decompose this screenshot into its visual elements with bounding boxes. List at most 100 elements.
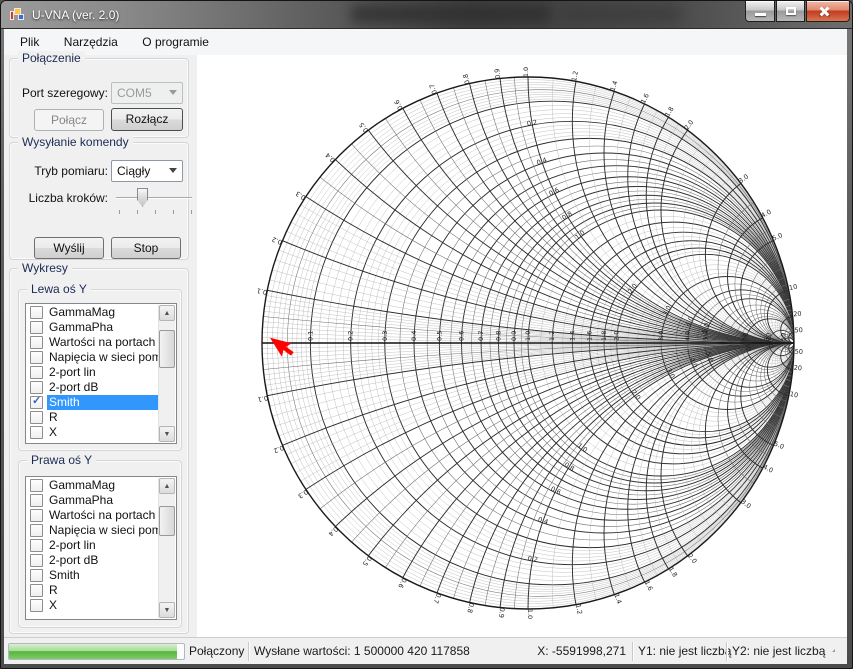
- checkbox-icon[interactable]: [30, 554, 43, 567]
- left-axis-listbox[interactable]: GammaMagGammaPhaWartości na portach ADCN…: [25, 303, 177, 444]
- left-axis-group: Lewa oś Y GammaMag GammaPha Wartości na po…: [18, 282, 182, 451]
- minimize-button[interactable]: [745, 1, 775, 22]
- scrollbar-thumb[interactable]: [159, 506, 175, 536]
- svg-text:0.7: 0.7: [428, 83, 439, 95]
- checkbox-icon[interactable]: [30, 479, 43, 492]
- list-item[interactable]: GammaPha: [27, 493, 158, 508]
- scrollbar-thumb[interactable]: [159, 330, 175, 368]
- x-readout: X: -5591998,271: [537, 644, 626, 658]
- svg-text:0.5: 0.5: [435, 331, 443, 341]
- checkbox-icon[interactable]: [30, 411, 43, 424]
- svg-text:0.9: 0.9: [510, 331, 518, 341]
- checkbox-icon[interactable]: [30, 569, 43, 582]
- svg-text:0.1: 0.1: [306, 331, 314, 341]
- list-item[interactable]: ✓ Smith: [27, 395, 158, 410]
- list-item[interactable]: 2-port dB: [27, 380, 158, 395]
- checkbox-icon[interactable]: [30, 599, 43, 612]
- svg-text:10: 10: [789, 390, 799, 399]
- list-item[interactable]: Wartości na portach ADC: [27, 335, 158, 350]
- list-item[interactable]: GammaMag: [27, 305, 158, 320]
- checkbox-icon[interactable]: [30, 366, 43, 379]
- list-item[interactable]: Napięcia w sieci pomiarow: [27, 350, 158, 365]
- checkbox-icon[interactable]: [30, 539, 43, 552]
- smith-chart[interactable]: 0.1 0.1 0.1 0.2 0.2 0.2 0.3 0.3 0.3 0.4 0.4 0.4 0.5 0…: [197, 55, 847, 637]
- svg-text:0.6: 0.6: [458, 331, 466, 341]
- resize-grip[interactable]: [832, 649, 844, 661]
- list-item[interactable]: X: [27, 425, 158, 440]
- command-group-title: Wysyłanie komendy: [18, 135, 133, 149]
- list-item-label: GammaMag: [49, 478, 116, 492]
- scroll-up-icon[interactable]: ▲: [159, 305, 175, 321]
- list-item[interactable]: Wartości na portach ADC: [27, 508, 158, 523]
- background-window-blur: [561, 7, 681, 21]
- checkbox-icon[interactable]: ✓: [30, 395, 43, 409]
- menu-o-programie[interactable]: O programie: [132, 30, 219, 54]
- list-item[interactable]: GammaPha: [27, 320, 158, 335]
- svg-text:0.9: 0.9: [497, 607, 506, 618]
- list-item[interactable]: 2-port dB: [27, 553, 158, 568]
- svg-text:5.0: 5.0: [773, 440, 786, 451]
- list-item[interactable]: 2-port lin: [27, 365, 158, 380]
- svg-text:0.8: 0.8: [494, 331, 502, 341]
- checkbox-icon[interactable]: [30, 336, 43, 349]
- list-item[interactable]: R: [27, 583, 158, 598]
- svg-text:1.4: 1.4: [568, 331, 576, 341]
- scroll-down-icon[interactable]: ▼: [159, 602, 175, 618]
- checkbox-icon[interactable]: [30, 494, 43, 507]
- svg-text:1.0: 1.0: [524, 331, 532, 341]
- svg-text:0.1: 0.1: [257, 394, 269, 404]
- list-item-label: 2-port lin: [49, 365, 96, 379]
- list-item[interactable]: GammaMag: [27, 478, 158, 493]
- checkbox-icon[interactable]: [30, 426, 43, 439]
- svg-text:4.0: 4.0: [684, 331, 692, 341]
- window-title: U-VNA (ver. 2.0): [32, 8, 120, 22]
- checkbox-icon[interactable]: [30, 509, 43, 522]
- list-item[interactable]: Napięcia w sieci pomiarow: [27, 523, 158, 538]
- checkbox-icon[interactable]: [30, 584, 43, 597]
- list-item[interactable]: X: [27, 598, 158, 613]
- measure-mode-combobox[interactable]: Ciągły: [111, 160, 183, 182]
- list-item-label: Wartości na portach ADC: [49, 335, 158, 349]
- svg-text:0.7: 0.7: [477, 331, 485, 341]
- right-axis-listbox[interactable]: GammaMagGammaPhaWartości na portach ADCN…: [25, 476, 177, 620]
- checkbox-icon[interactable]: [30, 321, 43, 334]
- app-icon: [10, 7, 26, 23]
- svg-text:0.2: 0.2: [527, 554, 539, 564]
- svg-text:4.0: 4.0: [760, 208, 773, 220]
- send-button[interactable]: Wyślij: [34, 237, 104, 259]
- checkbox-icon[interactable]: [30, 351, 43, 364]
- checkbox-icon[interactable]: [30, 524, 43, 537]
- list-item-label: 2-port dB: [49, 380, 99, 394]
- disconnect-button[interactable]: Rozłącz: [111, 108, 183, 131]
- checkbox-icon[interactable]: [30, 306, 43, 319]
- list-item-label: 2-port lin: [49, 538, 96, 552]
- minimize-icon: [755, 13, 766, 16]
- close-button[interactable]: [806, 1, 850, 22]
- right-axis-scrollbar[interactable]: ▲ ▼: [158, 478, 175, 618]
- window-titlebar[interactable]: U-VNA (ver. 2.0): [1, 1, 852, 29]
- slider-track[interactable]: [116, 197, 192, 199]
- list-item[interactable]: 2-port lin: [27, 538, 158, 553]
- svg-text:0.3: 0.3: [294, 189, 307, 201]
- serial-port-combobox[interactable]: COM5: [111, 82, 183, 104]
- svg-text:10: 10: [739, 333, 748, 343]
- progress-bar: [8, 643, 185, 660]
- right-axis-group: Prawa oś Y GammaMag GammaPha Wartości na p…: [18, 453, 182, 628]
- maximize-button[interactable]: [776, 1, 805, 22]
- stop-button[interactable]: Stop: [111, 237, 181, 259]
- checkbox-icon[interactable]: [30, 381, 43, 394]
- connect-button[interactable]: Połącz: [34, 109, 104, 131]
- list-item[interactable]: R: [27, 410, 158, 425]
- svg-text:0.6: 0.6: [393, 98, 405, 111]
- svg-text:1.2: 1.2: [548, 331, 556, 341]
- left-axis-scrollbar[interactable]: ▲ ▼: [158, 305, 175, 442]
- scroll-down-icon[interactable]: ▼: [159, 426, 175, 442]
- scroll-up-icon[interactable]: ▲: [159, 478, 175, 494]
- svg-text:0.5: 0.5: [357, 121, 370, 134]
- slider-thumb[interactable]: [137, 188, 148, 207]
- list-item[interactable]: Smith: [27, 568, 158, 583]
- svg-text:1.8: 1.8: [600, 331, 608, 341]
- connection-group: Połączenie Port szeregowy: COM5 Połącz R…: [9, 51, 189, 138]
- svg-text:50: 50: [794, 326, 803, 334]
- list-item-label: Smith: [49, 568, 80, 582]
